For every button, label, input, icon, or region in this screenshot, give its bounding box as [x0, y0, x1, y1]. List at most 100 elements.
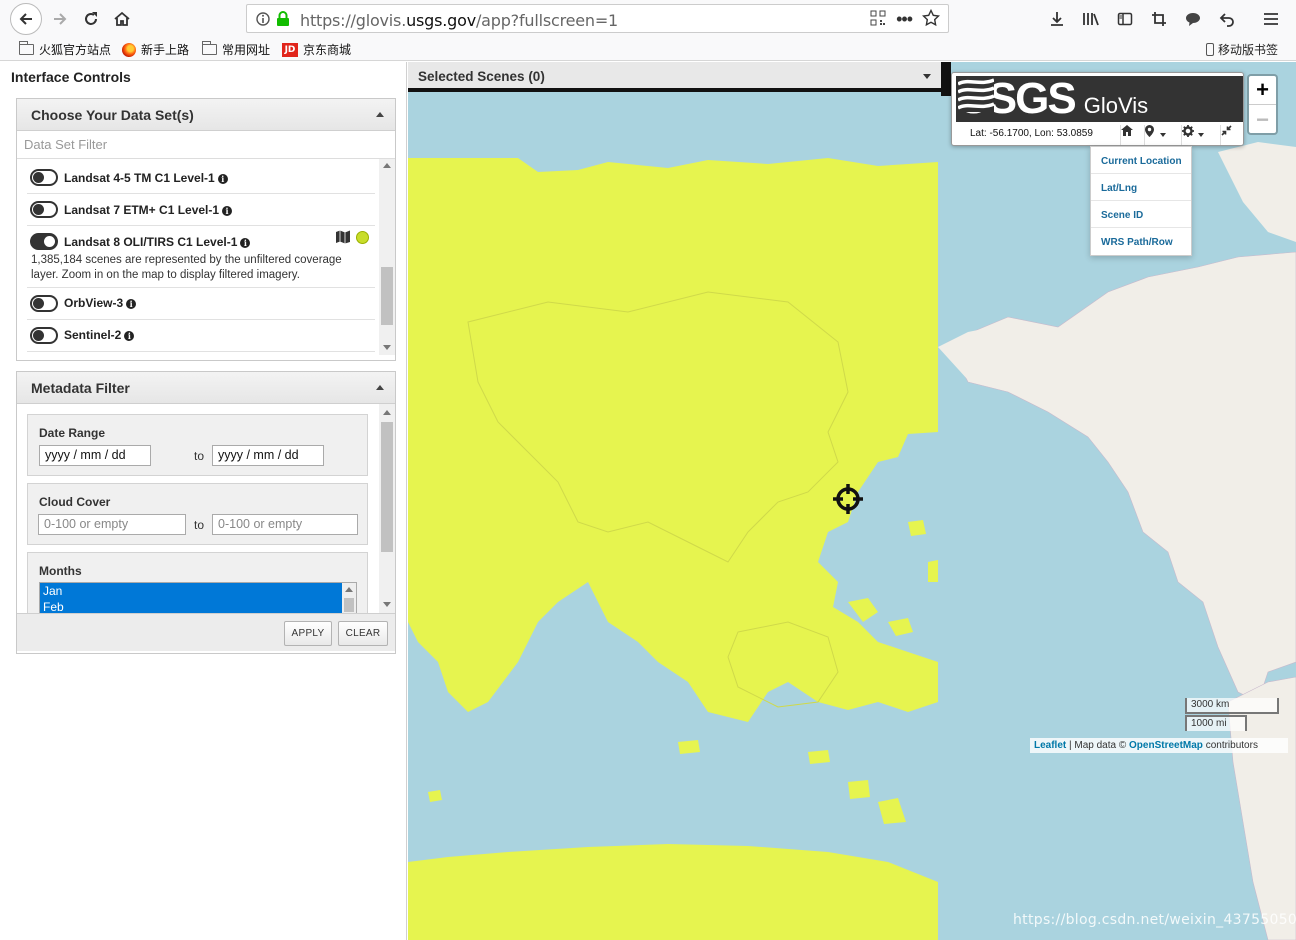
dataset-toggle[interactable]	[30, 327, 58, 344]
collapse-caret-icon[interactable]	[376, 112, 384, 117]
scroll-up-arrow-icon[interactable]	[383, 410, 391, 415]
info-icon[interactable]: i	[240, 237, 251, 248]
menu-item-wrs-path-row[interactable]: WRS Path/Row	[1091, 228, 1191, 255]
cloud-cover-max-input[interactable]: 0-100 or empty	[212, 514, 358, 535]
settings-menu-button[interactable]	[1181, 125, 1219, 145]
dataset-filter-input[interactable]: Data Set Filter	[17, 131, 395, 159]
menu-item-current-location[interactable]: Current Location	[1091, 147, 1191, 174]
scroll-up-arrow-icon[interactable]	[345, 587, 353, 592]
dataset-item-sentinel-2: Sentinel-2 i	[27, 320, 375, 352]
scrollbar-thumb[interactable]	[381, 267, 393, 325]
bookmark-item[interactable]: JD 京东商城	[282, 41, 351, 58]
compress-icon	[1221, 125, 1232, 136]
bookmark-item[interactable]: 新手上路	[122, 41, 189, 58]
dataset-toggle[interactable]	[30, 295, 58, 312]
qr-code-icon[interactable]	[870, 10, 886, 29]
info-icon[interactable]: i	[217, 173, 228, 184]
date-to-label: to	[194, 449, 205, 463]
map-view[interactable]: Selected Scenes (0) USGS GloVis Lat: -56…	[408, 62, 1296, 940]
sidebar-icon[interactable]	[1112, 4, 1138, 34]
dataset-toggle[interactable]	[30, 233, 58, 250]
scroll-down-arrow-icon[interactable]	[383, 602, 391, 607]
home-view-button[interactable]	[1120, 125, 1144, 145]
glovis-app-name: GloVis	[1083, 93, 1149, 118]
scrollbar-thumb[interactable]	[344, 598, 354, 612]
dropdown-caret-icon[interactable]	[923, 74, 931, 79]
date-end-input[interactable]: yyyy / mm / dd	[212, 445, 324, 466]
dataset-list-scrollbar[interactable]	[379, 159, 395, 355]
metadata-panel-header[interactable]: Metadata Filter	[17, 372, 395, 404]
map-coverage-icon[interactable]	[335, 230, 351, 247]
exit-fullscreen-button[interactable]	[1220, 125, 1242, 145]
bookmark-item[interactable]: 常用网址	[201, 41, 271, 58]
info-icon[interactable]: i	[124, 330, 135, 341]
map-marker-icon	[1145, 125, 1154, 137]
menu-hamburger-icon[interactable]	[1258, 4, 1284, 34]
dataset-toggle[interactable]	[30, 169, 58, 186]
bookmark-star-icon[interactable]	[921, 8, 941, 30]
crop-screenshot-icon[interactable]	[1146, 4, 1172, 34]
months-scrollbar[interactable]	[342, 583, 356, 613]
header-strip	[941, 62, 951, 96]
alaska-landmass	[938, 324, 1048, 382]
usgs-logo: USGS GloVis	[956, 76, 1243, 122]
page-actions-icon[interactable]: •••	[896, 9, 913, 30]
collapse-caret-icon[interactable]	[376, 385, 384, 390]
metadata-scrollbar[interactable]	[379, 404, 395, 613]
location-dropdown-menu: Current Location Lat/Lng Scene ID WRS Pa…	[1090, 146, 1192, 256]
selected-scenes-dropdown[interactable]: Selected Scenes (0)	[408, 62, 941, 92]
dataset-panel-header[interactable]: Choose Your Data Set(s)	[17, 99, 395, 131]
coverage-globe-icon[interactable]	[356, 231, 369, 244]
greenland-landmass	[1218, 142, 1296, 242]
undo-icon[interactable]	[1214, 4, 1240, 34]
library-icon[interactable]	[1078, 4, 1104, 34]
month-option[interactable]: Feb	[40, 599, 356, 613]
info-icon[interactable]: i	[126, 298, 137, 309]
zoom-out-button[interactable]: −	[1249, 105, 1276, 134]
openstreetmap-link[interactable]: OpenStreetMap	[1129, 740, 1203, 751]
clear-button[interactable]: CLEAR	[338, 621, 388, 646]
watermark-text: https://blog.csdn.net/weixin_43755050	[1013, 912, 1296, 928]
mobile-bookmarks[interactable]: 移动版书签	[1205, 41, 1278, 58]
info-icon[interactable]: i	[222, 205, 233, 216]
date-start-input[interactable]: yyyy / mm / dd	[39, 445, 151, 466]
mobile-bookmarks-label: 移动版书签	[1217, 43, 1278, 57]
antarctica-coverage	[408, 844, 938, 940]
caret-down-icon	[1197, 133, 1204, 137]
sidebar-title: Interface Controls	[11, 69, 131, 85]
scroll-up-arrow-icon[interactable]	[383, 163, 391, 168]
url-bar[interactable]: https://glovis.usgs.gov/app?fullscreen=1…	[246, 4, 949, 33]
back-arrow-icon	[19, 13, 32, 25]
scale-bar-km: 3000 km	[1185, 698, 1279, 714]
menu-item-lat-lng[interactable]: Lat/Lng	[1091, 174, 1191, 201]
apply-button[interactable]: APPLY	[284, 621, 332, 646]
chat-bubble-icon[interactable]	[1180, 4, 1206, 34]
metadata-filter-body: Date Range yyyy / mm / dd to yyyy / mm /…	[17, 404, 395, 613]
home-icon	[114, 11, 130, 26]
location-menu-button[interactable]	[1144, 125, 1180, 145]
months-select[interactable]: Jan Feb	[39, 582, 357, 613]
landsat-coverage-main	[408, 158, 938, 722]
cloud-cover-min-input[interactable]: 0-100 or empty	[38, 514, 186, 535]
url-text[interactable]: https://glovis.usgs.gov/app?fullscreen=1	[300, 11, 618, 30]
month-option[interactable]: Jan	[40, 583, 356, 599]
date-range-group: Date Range yyyy / mm / dd to yyyy / mm /…	[27, 414, 368, 476]
scrollbar-thumb[interactable]	[381, 422, 393, 552]
dataset-item-orbview-3: OrbView-3 i	[27, 288, 375, 320]
leaflet-link[interactable]: Leaflet	[1034, 740, 1066, 751]
home-button[interactable]	[107, 4, 137, 34]
cloud-cover-label: Cloud Cover	[39, 495, 111, 509]
dataset-toggle[interactable]	[30, 201, 58, 218]
download-icon[interactable]	[1044, 4, 1070, 34]
forward-button[interactable]	[45, 4, 75, 34]
zoom-in-button[interactable]: +	[1249, 76, 1276, 105]
bookmark-item[interactable]: 火狐官方站点	[18, 41, 111, 58]
gear-icon	[1182, 125, 1194, 137]
site-info-icon[interactable]	[256, 12, 270, 29]
bookmark-label: 常用网址	[222, 43, 271, 57]
reload-button[interactable]	[76, 4, 106, 34]
menu-item-scene-id[interactable]: Scene ID	[1091, 201, 1191, 228]
cloud-cover-group: Cloud Cover 0-100 or empty to 0-100 or e…	[27, 483, 368, 545]
back-button[interactable]	[10, 3, 42, 35]
scroll-down-arrow-icon[interactable]	[383, 345, 391, 350]
